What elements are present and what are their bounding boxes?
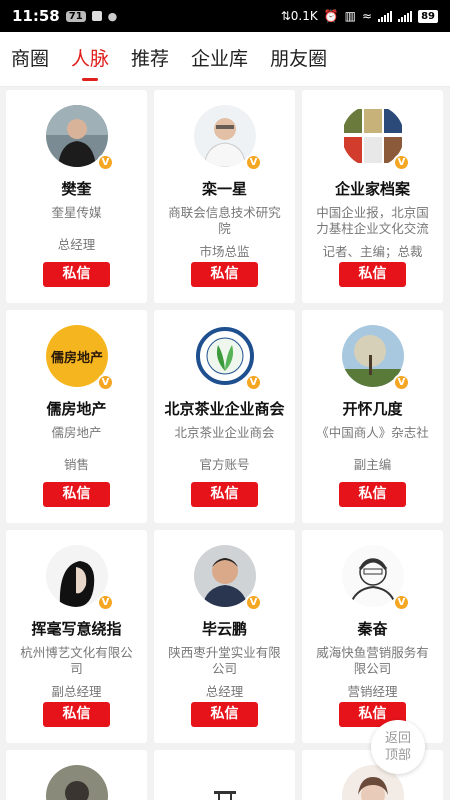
- status-time: 11:58: [12, 7, 60, 25]
- contact-company: 威海快鱼营销服务有限公司: [316, 645, 429, 676]
- contact-grid: V 樊奎 奎星传媒 总经理 私信 V 栾一星 商联会信息技术研究院 市场总监 私…: [0, 87, 450, 800]
- private-message-button[interactable]: 私信: [43, 482, 110, 507]
- private-message-button[interactable]: 私信: [191, 262, 258, 287]
- category-tabs: 商圈 人脉 推荐 企业库 朋友圈: [0, 32, 450, 87]
- private-message-button[interactable]: 私信: [43, 702, 110, 727]
- private-message-button[interactable]: 私信: [191, 482, 258, 507]
- contact-company: 北京茶业企业商会: [174, 425, 275, 440]
- tab-connections[interactable]: 人脉: [71, 32, 109, 87]
- avatar: [194, 765, 256, 800]
- contact-card[interactable]: V 栾一星 商联会信息技术研究院 市场总监 私信: [154, 90, 295, 303]
- private-message-button[interactable]: 私信: [339, 262, 406, 287]
- account-icon: ●: [107, 9, 118, 23]
- verified-badge-icon: V: [393, 594, 410, 611]
- contact-title: 副主编: [353, 457, 392, 472]
- contact-title: 总经理: [57, 237, 96, 252]
- private-message-button[interactable]: 私信: [43, 262, 110, 287]
- contact-company: 奎星传媒: [51, 205, 102, 220]
- tab-company-library[interactable]: 企业库: [191, 32, 248, 87]
- battery-icon: 89: [418, 9, 438, 23]
- avatar: [46, 765, 108, 800]
- contact-card[interactable]: V 毕云鹏 陕西枣升堂实业有限公司 总经理 私信: [154, 530, 295, 743]
- contact-name: 开怀几度: [342, 400, 403, 418]
- contact-title: 销售: [63, 457, 89, 472]
- private-message-button[interactable]: 私信: [339, 482, 406, 507]
- verified-badge-icon: V: [245, 594, 262, 611]
- contact-name: 北京茶业企业商会: [164, 400, 285, 418]
- verified-badge-icon: V: [97, 374, 114, 391]
- contact-card[interactable]: [6, 750, 147, 800]
- verified-badge-icon: V: [97, 594, 114, 611]
- verified-badge-icon: V: [393, 374, 410, 391]
- verified-badge-icon: V: [245, 154, 262, 171]
- contact-name: 儒房地产: [46, 400, 107, 418]
- wifi-icon: ≈: [362, 9, 373, 23]
- contact-company: 陕西枣升堂实业有限公司: [168, 645, 281, 676]
- contact-company: 杭州博艺文化有限公司: [20, 645, 133, 676]
- contact-card[interactable]: V 北京茶业企业商会 北京茶业企业商会 官方账号 私信: [154, 310, 295, 523]
- contact-card[interactable]: V 开怀几度 《中国商人》杂志社 副主编 私信: [302, 310, 443, 523]
- notification-count-badge: 71: [65, 10, 86, 22]
- contact-company: 《中国商人》杂志社: [316, 425, 429, 440]
- vibrate-icon: ▥: [344, 9, 357, 23]
- contact-name: 秦奋: [357, 620, 388, 638]
- signal-icon: [378, 10, 393, 22]
- contact-title: 营销经理: [347, 684, 398, 699]
- contact-name: 毕云鹏: [201, 620, 247, 638]
- tab-recommend[interactable]: 推荐: [131, 32, 169, 87]
- private-message-button[interactable]: 私信: [191, 702, 258, 727]
- contact-title: 副总经理: [51, 684, 102, 699]
- notification-icon: [91, 11, 102, 21]
- contact-name: 樊奎: [61, 180, 92, 198]
- contact-card[interactable]: 儒房地产 V 儒房地产 儒房地产 销售 私信: [6, 310, 147, 523]
- contact-title: 官方账号: [199, 457, 250, 472]
- tab-moments[interactable]: 朋友圈: [270, 32, 327, 87]
- contact-card[interactable]: V 企业家档案 中国企业报，北京国力基柱企业文化交流 记者、主编；总裁 私信: [302, 90, 443, 303]
- contact-name: 栾一星: [201, 180, 247, 198]
- verified-badge-icon: V: [245, 374, 262, 391]
- contact-card[interactable]: [154, 750, 295, 800]
- contact-company: 商联会信息技术研究院: [168, 205, 281, 236]
- contact-card[interactable]: V 挥毫写意绕指 杭州博艺文化有限公司 副总经理 私信: [6, 530, 147, 743]
- contact-title: 市场总监: [199, 244, 250, 259]
- contact-company: 中国企业报，北京国力基柱企业文化交流: [316, 205, 429, 236]
- verified-badge-icon: V: [393, 154, 410, 171]
- contact-name: 企业家档案: [334, 180, 410, 198]
- contact-title: 总经理: [205, 684, 244, 699]
- alarm-icon: ⏰: [323, 9, 339, 23]
- contact-card[interactable]: V 秦奋 威海快鱼营销服务有限公司 营销经理 私信: [302, 530, 443, 743]
- tab-business-circle[interactable]: 商圈: [11, 32, 49, 87]
- contact-card[interactable]: V 樊奎 奎星传媒 总经理 私信: [6, 90, 147, 303]
- contact-company: 儒房地产: [51, 425, 102, 440]
- verified-badge-icon: V: [97, 154, 114, 171]
- signal-icon-2: [398, 10, 413, 22]
- network-speed: ⇅0.1K: [280, 9, 318, 23]
- contact-name: 挥毫写意绕指: [31, 620, 122, 638]
- back-to-top-button[interactable]: 返回 顶部: [371, 720, 425, 774]
- status-bar: 11:58 71 ● ⇅0.1K ⏰ ▥ ≈ 89: [0, 0, 450, 32]
- contact-title: 记者、主编；总裁: [322, 244, 423, 259]
